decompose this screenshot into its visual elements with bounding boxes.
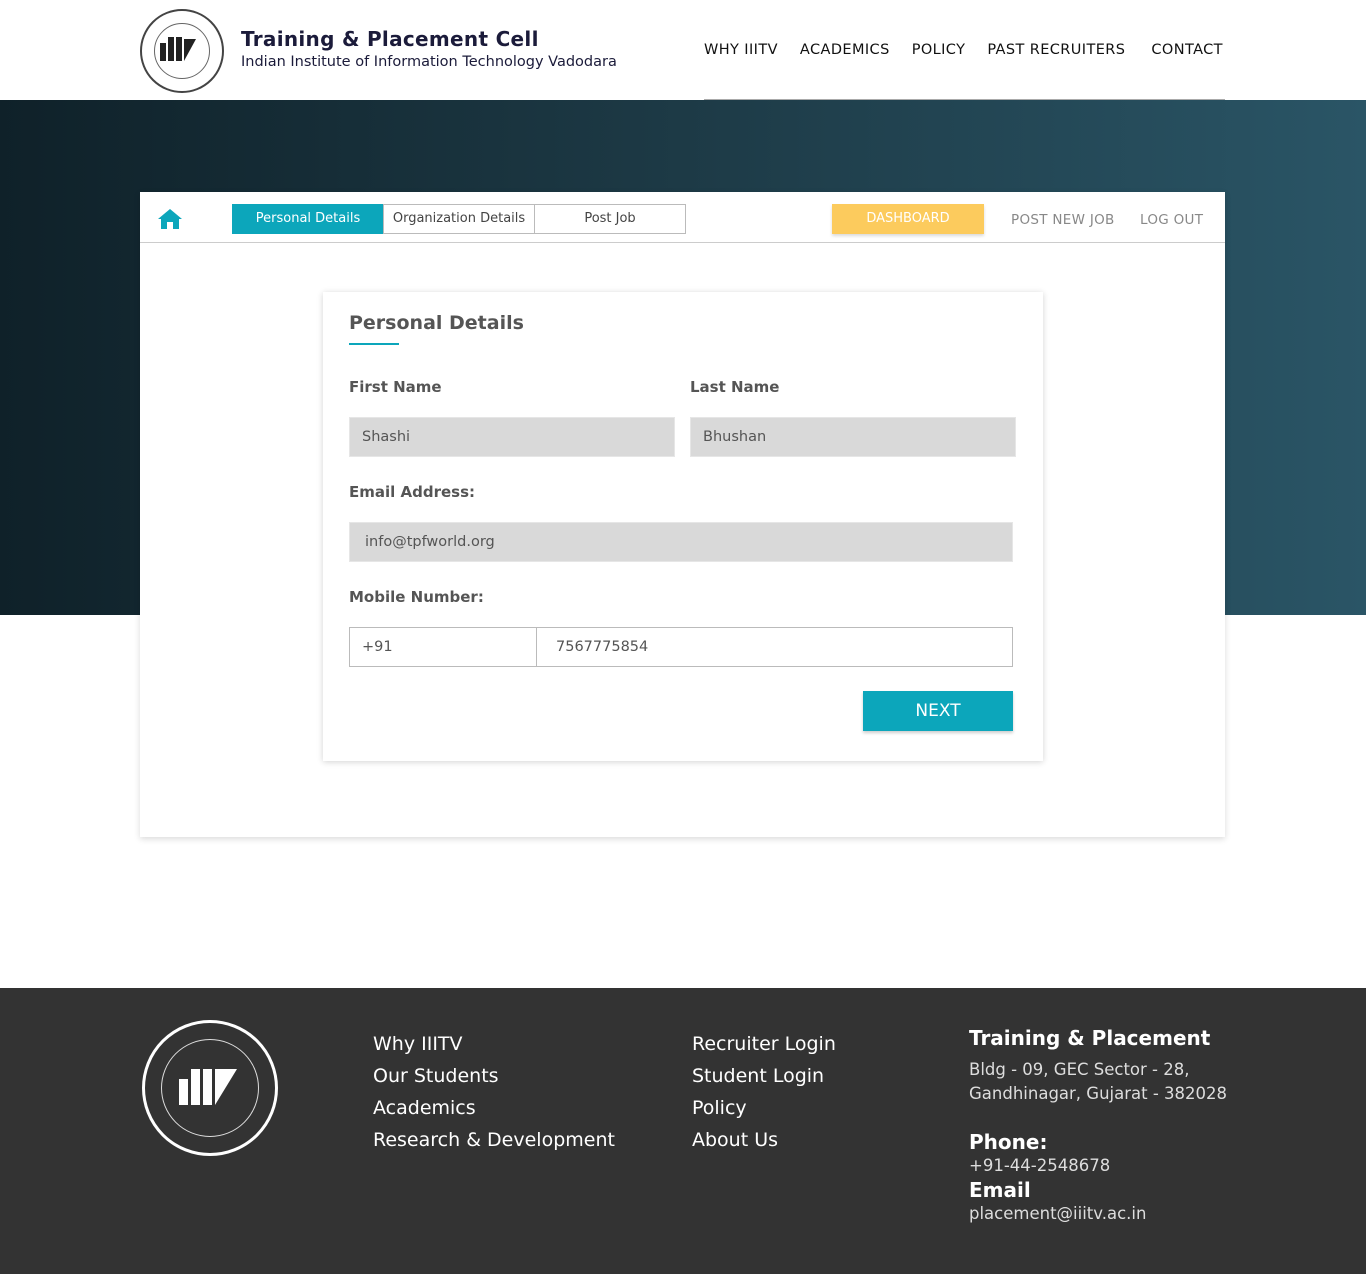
tab-organization-details[interactable]: Organization Details bbox=[383, 204, 535, 234]
footer-logo-mark bbox=[179, 1069, 237, 1105]
email-field[interactable]: info@tpfworld.org bbox=[349, 522, 1013, 562]
site-footer: Why IIITV Our Students Academics Researc… bbox=[0, 988, 1366, 1274]
nav-past-recruiters[interactable]: PAST RECRUITERS bbox=[987, 42, 1125, 58]
tab-personal-details[interactable]: Personal Details bbox=[232, 204, 384, 234]
nav-why-iiitv[interactable]: WHY IIITV bbox=[704, 42, 778, 58]
email-value-footer[interactable]: placement@iiitv.ac.in bbox=[969, 1202, 1227, 1226]
tab-post-job[interactable]: Post Job bbox=[534, 204, 686, 234]
footer-contact: Training & Placement Bldg - 09, GEC Sect… bbox=[969, 1026, 1227, 1226]
footer-link-student-login[interactable]: Student Login bbox=[692, 1060, 836, 1092]
mobile-label: Mobile Number: bbox=[349, 588, 484, 606]
brand-title: Training & Placement Cell bbox=[241, 27, 539, 51]
first-name-label: First Name bbox=[349, 378, 442, 396]
footer-logo bbox=[142, 1020, 278, 1156]
country-code-field[interactable]: +91 bbox=[349, 627, 537, 667]
footer-link-research[interactable]: Research & Development bbox=[373, 1124, 615, 1156]
nav-contact[interactable]: CONTACT bbox=[1151, 42, 1223, 58]
footer-links-col1: Why IIITV Our Students Academics Researc… bbox=[373, 1028, 615, 1156]
form-title: Personal Details bbox=[349, 312, 524, 334]
main-nav: WHY IIITV ACADEMICS POLICY PAST RECRUITE… bbox=[704, 42, 1223, 58]
last-name-label: Last Name bbox=[690, 378, 780, 396]
contact-title: Training & Placement bbox=[969, 1026, 1211, 1050]
footer-link-why-iiitv[interactable]: Why IIITV bbox=[373, 1028, 615, 1060]
last-name-field[interactable]: Bhushan bbox=[690, 417, 1016, 457]
title-underline bbox=[349, 343, 399, 345]
iiitv-logo[interactable] bbox=[140, 9, 224, 93]
logo-mark bbox=[160, 37, 196, 61]
footer-link-our-students[interactable]: Our Students bbox=[373, 1060, 615, 1092]
post-new-job-link[interactable]: POST NEW JOB bbox=[1011, 212, 1115, 228]
main-panel: Personal Details Organization Details Po… bbox=[140, 192, 1225, 837]
email-label-footer: Email bbox=[969, 1178, 1031, 1202]
panel-toolbar: Personal Details Organization Details Po… bbox=[140, 192, 1225, 243]
footer-link-about-us[interactable]: About Us bbox=[692, 1124, 836, 1156]
first-name-field[interactable]: Shashi bbox=[349, 417, 675, 457]
nav-academics[interactable]: ACADEMICS bbox=[800, 42, 890, 58]
footer-link-recruiter-login[interactable]: Recruiter Login bbox=[692, 1028, 836, 1060]
footer-links-col2: Recruiter Login Student Login Policy Abo… bbox=[692, 1028, 836, 1156]
email-label: Email Address: bbox=[349, 483, 476, 501]
nav-policy[interactable]: POLICY bbox=[912, 42, 966, 58]
phone-label: Phone: bbox=[969, 1130, 1048, 1154]
phone-value[interactable]: +91-44-2548678 bbox=[969, 1154, 1227, 1178]
logout-link[interactable]: LOG OUT bbox=[1140, 212, 1203, 228]
next-button[interactable]: NEXT bbox=[863, 691, 1013, 731]
address-line-2: Gandhinagar, Gujarat - 382028 bbox=[969, 1084, 1228, 1103]
personal-details-card: Personal Details First Name Shashi Last … bbox=[323, 292, 1043, 761]
brand-subtitle: Indian Institute of Information Technolo… bbox=[241, 54, 617, 70]
footer-link-policy[interactable]: Policy bbox=[692, 1092, 836, 1124]
site-header: Training & Placement Cell Indian Institu… bbox=[0, 0, 1366, 101]
address-line-1: Bldg - 09, GEC Sector - 28, bbox=[969, 1060, 1190, 1079]
home-icon[interactable] bbox=[157, 208, 183, 230]
footer-link-academics[interactable]: Academics bbox=[373, 1092, 615, 1124]
step-tabs: Personal Details Organization Details Po… bbox=[232, 204, 686, 234]
mobile-number-field[interactable]: 7567775854 bbox=[536, 627, 1013, 667]
dashboard-button[interactable]: DASHBOARD bbox=[832, 204, 984, 234]
